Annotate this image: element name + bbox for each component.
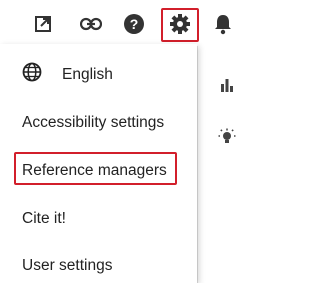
svg-text:?: ? [130, 16, 139, 32]
settings-highlight-box [161, 8, 199, 42]
help-icon[interactable]: ? [122, 12, 146, 36]
menu-item-label: User settings [22, 257, 113, 274]
menu-item-accessibility-settings[interactable]: Accessibility settings [0, 100, 197, 146]
reference-managers-highlight-box [14, 152, 177, 185]
lightbulb-icon[interactable] [218, 128, 236, 146]
bar-chart-icon[interactable] [218, 76, 236, 94]
open-in-new-icon[interactable] [31, 12, 55, 36]
globe-icon [22, 62, 42, 82]
language-label: English [62, 66, 113, 83]
menu-item-label: Accessibility settings [22, 114, 165, 131]
menu-item-cite-it[interactable]: Cite it! [0, 196, 197, 242]
language-selector[interactable]: English [0, 52, 197, 98]
menu-item-user-settings[interactable]: User settings [0, 243, 197, 283]
notifications-bell-icon[interactable] [211, 12, 235, 36]
link-icon[interactable] [79, 12, 103, 36]
right-rail [197, 46, 266, 283]
top-toolbar: ? [0, 0, 266, 46]
menu-item-label: Cite it! [22, 210, 66, 227]
